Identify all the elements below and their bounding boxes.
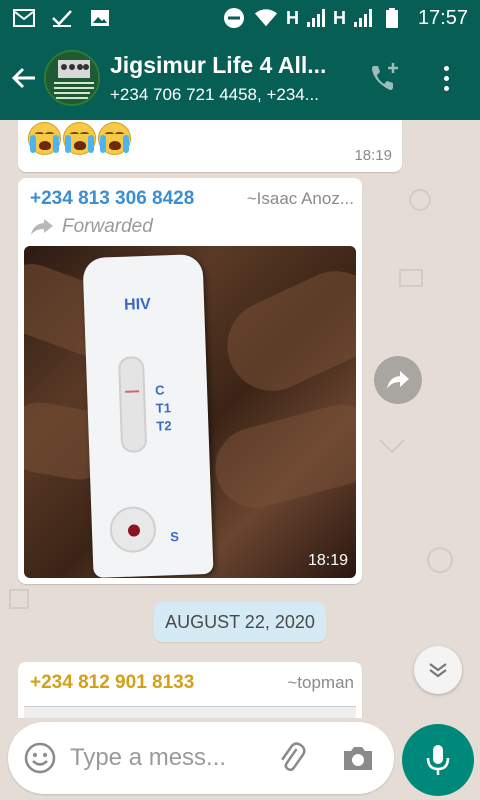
dnd-icon [222,7,246,29]
message-photo[interactable]: HIV C T1 T2 S 18:19 [24,246,356,578]
share-button[interactable] [374,356,422,404]
check-icon [50,7,74,29]
phone-plus-icon [372,63,398,90]
overflow-menu-button[interactable] [436,60,456,96]
add-call-button[interactable] [366,60,402,96]
crying-face-icon [63,122,96,155]
status-bar: H H 17:57 [0,0,480,36]
paperclip-icon [281,742,306,772]
emoji-content [28,122,131,155]
network-type-label: H [285,7,299,28]
signal-icon [353,9,372,27]
sample-label: S [169,528,180,545]
forward-arrow-icon [387,371,409,389]
clock: 17:57 [417,6,468,29]
message-input[interactable] [70,740,270,776]
forwarded-label: Forwarded [30,216,153,238]
message-list[interactable]: 18:19 +234 813 306 8428 ~Isaac Anoz... F… [0,120,480,718]
sender-row: +234 813 306 8428 ~Isaac Anoz... [30,188,354,210]
sender-row: +234 812 901 8133 ~topman [30,672,354,694]
sample-well [109,505,157,554]
more-vert-icon [443,65,449,71]
message-time: 18:19 [354,147,392,164]
battery-icon [380,7,404,29]
test-line-labels: C T1 T2 [154,382,172,434]
forward-arrow-icon [31,219,53,235]
message-time: 18:19 [307,552,348,569]
sender-phone[interactable]: +234 812 901 8133 [30,672,194,694]
group-avatar[interactable] [44,50,100,106]
test-cassette: HIV C T1 T2 S [82,254,214,578]
emoji-button[interactable] [22,740,58,776]
camera-button[interactable] [340,740,376,776]
message-bubble[interactable]: +234 813 306 8428 ~Isaac Anoz... Forward… [18,178,362,584]
message-bubble[interactable]: +234 812 901 8133 ~topman [18,662,362,718]
sender-nickname: ~Isaac Anoz... [246,189,354,208]
message-preview [24,706,356,718]
network-type-label: H [332,7,346,28]
gmail-icon [12,7,36,29]
smiley-icon [24,742,56,774]
crying-face-icon [98,122,131,155]
image-icon [88,7,112,29]
wifi-icon [254,7,278,29]
sender-phone[interactable]: +234 813 306 8428 [30,188,194,210]
crying-face-icon [28,122,61,155]
voice-record-button[interactable] [402,724,474,796]
scroll-to-bottom-button[interactable] [414,646,462,694]
group-info[interactable]: Jigsimur Life 4 All... +234 706 721 4458… [110,52,360,105]
compose-bar [8,722,394,794]
camera-icon [344,747,372,770]
back-button[interactable] [4,48,44,108]
group-participants: +234 706 721 4458, +234... [110,84,319,104]
sender-nickname: ~topman [287,673,354,692]
back-arrow-icon [11,67,35,89]
result-window [117,356,148,453]
date-separator: AUGUST 22, 2020 [154,602,326,642]
group-title: Jigsimur Life 4 All... [110,51,327,78]
microphone-icon [426,745,450,775]
hiv-label: HIV [123,295,152,314]
attach-button[interactable] [274,740,310,776]
signal-icon [306,9,325,27]
chat-header: Jigsimur Life 4 All... +234 706 721 4458… [0,36,480,120]
message-bubble[interactable]: 18:19 [18,120,402,172]
double-chevron-down-icon [429,663,447,678]
